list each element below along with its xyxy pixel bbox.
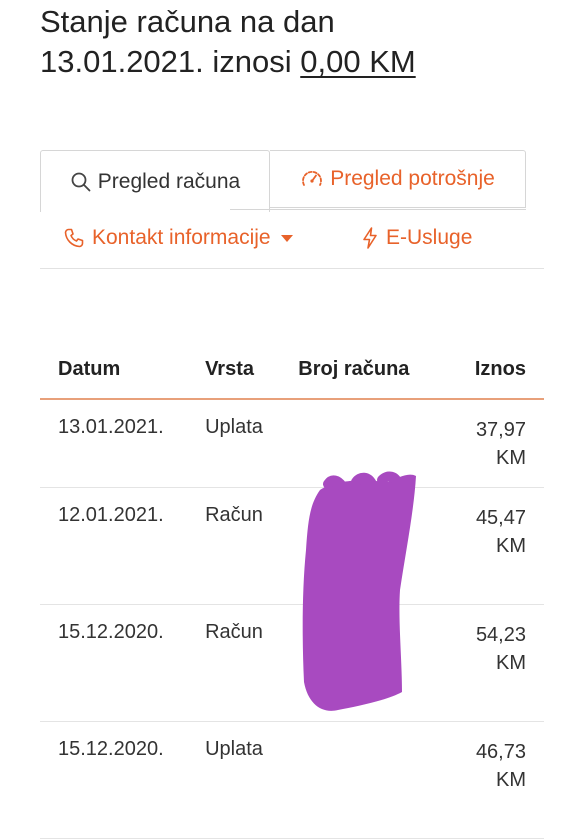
table-row[interactable]: 15.12.2020. Uplata 46,73 KM	[40, 721, 544, 839]
cell-amount: 46,73 KM	[433, 721, 544, 839]
contact-info-dropdown[interactable]: Kontakt informacije	[62, 220, 293, 256]
phone-icon	[62, 226, 86, 250]
balance-line1: Stanje računa na dan	[40, 4, 335, 39]
tab-consumption-overview[interactable]: Pregled potrošnje	[270, 150, 526, 208]
e-services-label: E-Usluge	[386, 226, 473, 249]
cell-amount: 54,23 KM	[433, 604, 544, 722]
cell-type: Uplata	[205, 399, 299, 488]
cell-date: 13.01.2021.	[40, 399, 206, 488]
balance-line2: 13.01.2021. iznosi	[40, 44, 301, 79]
balance-heading: Stanje računa na dan 13.01.2021. iznosi …	[40, 2, 560, 82]
column-header-amount[interactable]: Iznos	[433, 340, 544, 400]
amount-currency: KM	[496, 447, 526, 469]
tabs-divider	[230, 209, 526, 210]
secondary-links: Kontakt informacije E-Usluge	[62, 220, 542, 256]
table-row[interactable]: 12.01.2021. Račun 45,47 KM	[40, 487, 544, 605]
cell-number	[298, 721, 433, 839]
table-row[interactable]: 13.01.2021. Uplata 37,97 KM	[40, 399, 544, 488]
cell-number	[298, 487, 433, 605]
column-header-date[interactable]: Datum	[40, 340, 206, 400]
tab-label: Pregled računa	[97, 169, 241, 193]
tab-label: Pregled potrošnje	[330, 167, 495, 190]
links-divider	[40, 268, 544, 269]
cell-type: Račun	[205, 604, 299, 722]
amount-value: 54,23	[475, 623, 526, 646]
cell-date: 15.12.2020.	[40, 604, 206, 722]
cell-type: Račun	[205, 487, 299, 605]
caret-down-icon	[280, 234, 293, 242]
cell-amount: 37,97 KM	[433, 399, 544, 488]
gauge-icon	[300, 168, 324, 190]
cell-date: 15.12.2020.	[40, 721, 206, 839]
amount-currency: KM	[496, 651, 526, 674]
column-header-number[interactable]: Broj računa	[298, 340, 433, 400]
balance-amount: 0,00 KM	[300, 44, 416, 79]
amount-value: 37,97	[475, 419, 526, 441]
table-header-row: Datum Vrsta Broj računa Iznos	[40, 340, 544, 400]
cell-number	[298, 604, 433, 722]
cell-date: 12.01.2021.	[40, 487, 206, 605]
table-row[interactable]: 15.12.2020. Račun 54,23 KM	[40, 604, 544, 722]
cell-amount: 45,47 KM	[433, 487, 544, 605]
amount-currency: KM	[496, 534, 526, 557]
e-services-link[interactable]: E-Usluge	[360, 220, 472, 256]
cell-number	[298, 399, 433, 488]
tab-bar: Pregled računa Pregled potrošnje	[40, 150, 526, 212]
transactions-table: Datum Vrsta Broj računa Iznos 13.01.2021…	[40, 340, 544, 839]
column-header-type[interactable]: Vrsta	[205, 340, 299, 400]
search-icon	[70, 171, 92, 193]
amount-currency: KM	[496, 768, 526, 791]
tab-account-overview[interactable]: Pregled računa	[40, 150, 270, 212]
cell-type: Uplata	[205, 721, 299, 839]
amount-value: 45,47	[475, 506, 526, 529]
contact-info-label: Kontakt informacije	[92, 226, 271, 249]
amount-value: 46,73	[475, 740, 526, 763]
lightning-icon	[360, 226, 380, 250]
